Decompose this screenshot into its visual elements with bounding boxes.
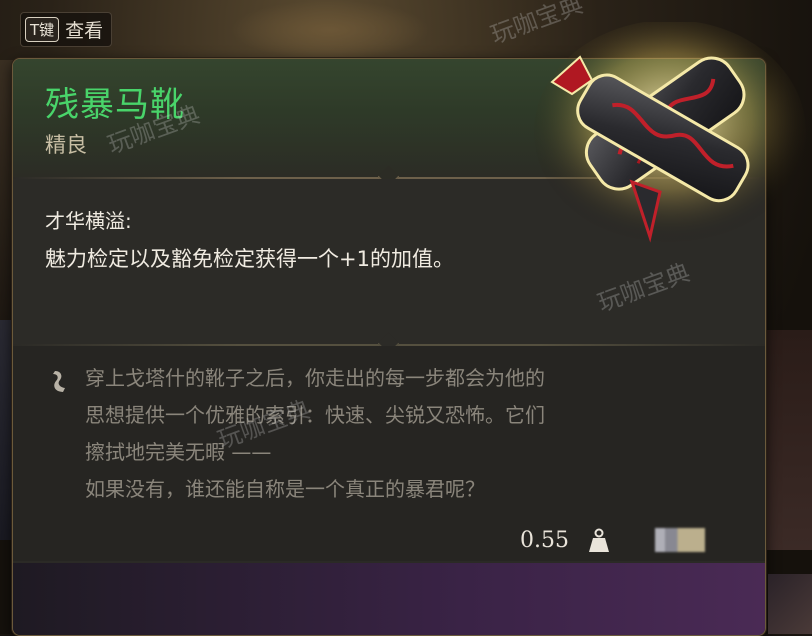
key-badge: T键 bbox=[25, 17, 60, 42]
lore-line: 思想提供一个优雅的索引：快速、尖锐又恐怖。它们 bbox=[85, 403, 545, 427]
corner-thumbnail bbox=[768, 574, 812, 634]
item-rarity: 精良 bbox=[45, 133, 87, 157]
inspect-hint[interactable]: T键 查看 bbox=[20, 12, 113, 47]
quote-mark-icon bbox=[53, 371, 65, 392]
boots-item-icon bbox=[534, 22, 806, 244]
lore-section: 穿上戈塔什的靴子之后，你走出的每一步都会为他的 思想提供一个优雅的索引：快速、尖… bbox=[13, 346, 765, 561]
lore-text: 穿上戈塔什的靴子之后，你走出的每一步都会为他的 思想提供一个优雅的索引：快速、尖… bbox=[85, 360, 745, 508]
item-weight: 0.55 bbox=[520, 528, 569, 553]
feature-name: 才华横溢: bbox=[45, 209, 132, 233]
inspect-label: 查看 bbox=[65, 20, 104, 42]
lore-line: 擦拭地完美无暇 —— bbox=[85, 440, 272, 464]
lore-line: 如果没有，谁还能自称是一个真正的暴君呢？ bbox=[85, 477, 485, 501]
tooltip-footer bbox=[13, 563, 765, 635]
blurred-value-icon bbox=[655, 528, 705, 552]
feature-description: 魅力检定以及豁免检定获得一个+1的加值。 bbox=[45, 247, 454, 271]
lore-line: 穿上戈塔什的靴子之后，你走出的每一步都会为他的 bbox=[85, 366, 545, 390]
item-name: 残暴马靴 bbox=[45, 85, 185, 125]
weight-icon bbox=[589, 528, 609, 552]
